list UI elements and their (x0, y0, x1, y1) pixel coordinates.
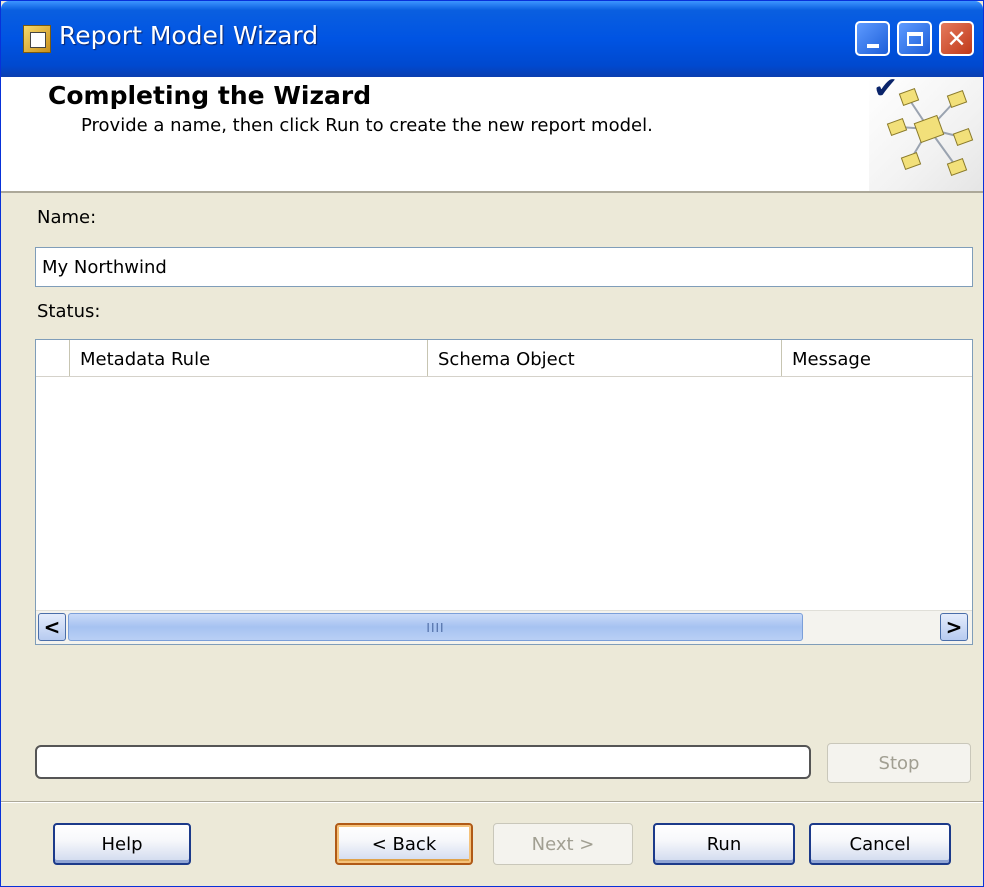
page-title: Completing the Wizard (48, 81, 372, 110)
chevron-left-icon: < (43, 615, 61, 639)
progress-bar (35, 745, 811, 779)
stop-button[interactable]: Stop (827, 743, 971, 783)
maximize-icon (906, 31, 923, 46)
status-list-header: Metadata Rule Schema Object Message (36, 340, 972, 377)
status-label: Status: (37, 301, 101, 322)
minimize-icon (866, 43, 879, 48)
run-button[interactable]: Run (653, 823, 795, 865)
wizard-window: Report Model Wizard ✕ Completing the Wiz… (0, 0, 984, 887)
page-subtitle: Provide a name, then click Run to create… (81, 115, 653, 136)
app-icon (23, 25, 51, 53)
window-title: Report Model Wizard (59, 21, 319, 50)
name-input[interactable] (35, 247, 973, 287)
column-header-metadata-rule[interactable]: Metadata Rule (69, 340, 427, 376)
wizard-header: Completing the Wizard Provide a name, th… (1, 71, 983, 193)
scroll-thumb[interactable]: IIII (68, 613, 803, 641)
help-button[interactable]: Help (53, 823, 191, 865)
footer-divider (1, 801, 983, 803)
close-button[interactable]: ✕ (939, 21, 974, 56)
next-button[interactable]: Next > (493, 823, 633, 865)
scroll-right-button[interactable]: > (940, 613, 968, 641)
column-header-message[interactable]: Message (781, 340, 972, 376)
title-bar[interactable]: Report Model Wizard ✕ (1, 1, 983, 77)
minimize-button[interactable] (855, 21, 890, 56)
chevron-right-icon: > (945, 615, 963, 639)
close-icon: ✕ (946, 24, 967, 53)
maximize-button[interactable] (897, 21, 932, 56)
name-label: Name: (37, 207, 97, 228)
grip-icon: IIII (426, 621, 445, 635)
cancel-button[interactable]: Cancel (809, 823, 951, 865)
back-button[interactable]: < Back (335, 823, 473, 865)
horizontal-scrollbar[interactable]: < IIII > (36, 610, 972, 644)
checkmark-icon: ✔ (873, 71, 899, 106)
column-header-schema-object[interactable]: Schema Object (427, 340, 781, 376)
wizard-graphic: ✔ (869, 71, 983, 191)
status-list[interactable]: Metadata Rule Schema Object Message < II… (35, 339, 973, 645)
scroll-left-button[interactable]: < (38, 613, 66, 641)
